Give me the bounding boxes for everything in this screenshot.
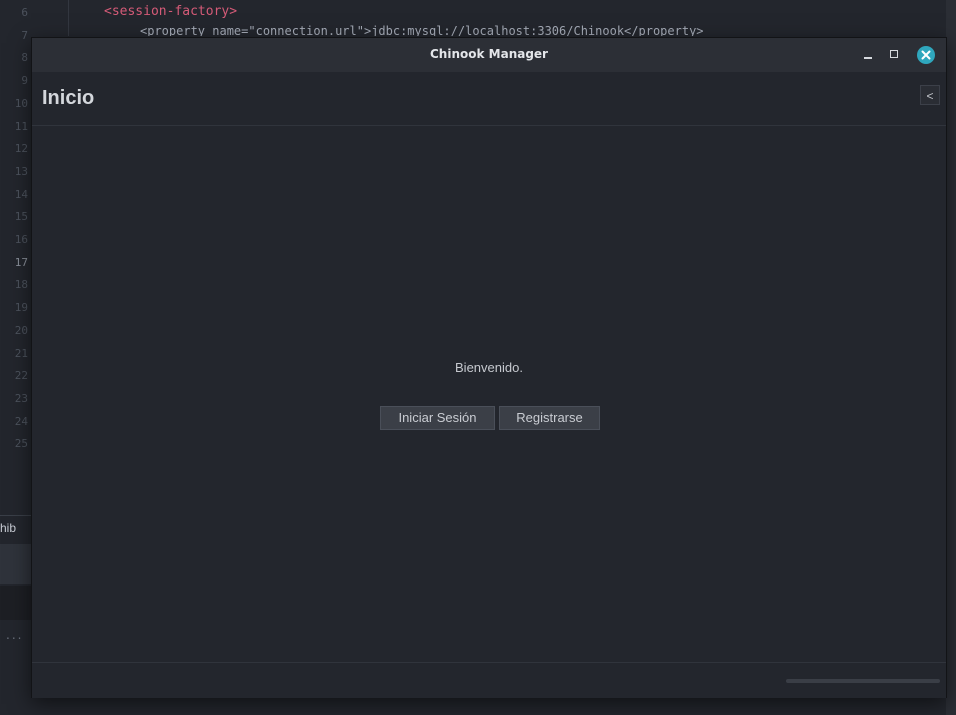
line-number: 15: [14, 210, 28, 224]
page-header: Inicio <: [32, 72, 946, 126]
code-line-session-factory: <session-factory>: [104, 4, 238, 19]
line-number: 10: [14, 96, 28, 110]
page-title: Inicio: [42, 87, 95, 109]
line-number: 17: [14, 255, 28, 269]
close-button[interactable]: [917, 46, 935, 64]
welcome-message: Bienvenido.: [455, 360, 523, 375]
panel-divider: [0, 515, 32, 516]
line-number: 7: [21, 28, 28, 42]
line-number: 6: [21, 6, 28, 19]
line-number: 20: [14, 323, 28, 337]
line-number: 21: [14, 346, 28, 360]
collapse-button[interactable]: <: [920, 85, 940, 105]
line-number: 25: [14, 437, 28, 451]
status-progress-bar: [786, 679, 940, 683]
minimize-button[interactable]: [858, 44, 880, 66]
line-number-gutter: 6 7 8 9 10 11 12 13 14 15 16 17 18 19 20 21 22 23 24 25: [0, 0, 32, 470]
code-line-property: <property name="connection.url">jdbc:mys…: [140, 24, 704, 36]
window-titlebar[interactable]: Chinook Manager: [32, 38, 946, 72]
status-footer: [32, 662, 946, 698]
line-number: 24: [14, 414, 28, 428]
chinook-manager-window: Chinook Manager Inicio < Bienvenido. Ini…: [31, 37, 947, 698]
background-right-strip: [946, 0, 956, 715]
line-number: 23: [14, 391, 28, 405]
line-number: 11: [14, 119, 28, 133]
background-panel-label: hib: [0, 521, 17, 535]
close-icon: [921, 50, 931, 60]
window-title: Chinook Manager: [430, 47, 548, 61]
line-number: 22: [14, 369, 28, 383]
line-number: 14: [14, 187, 28, 201]
line-number: 18: [14, 278, 28, 292]
line-number: 13: [14, 164, 28, 178]
line-number: 8: [21, 51, 28, 65]
indent-guide: [68, 0, 69, 36]
register-button[interactable]: Registrarse: [499, 406, 600, 430]
maximize-button[interactable]: [884, 44, 906, 66]
line-number: 16: [14, 233, 28, 246]
line-number: 9: [21, 74, 28, 88]
login-button[interactable]: Iniciar Sesión: [380, 406, 495, 430]
line-number: 12: [14, 142, 28, 156]
line-number: 19: [14, 301, 28, 315]
main-content: Bienvenido. Iniciar Sesión Registrarse: [32, 126, 946, 662]
background-ellipsis: ...: [6, 628, 24, 642]
